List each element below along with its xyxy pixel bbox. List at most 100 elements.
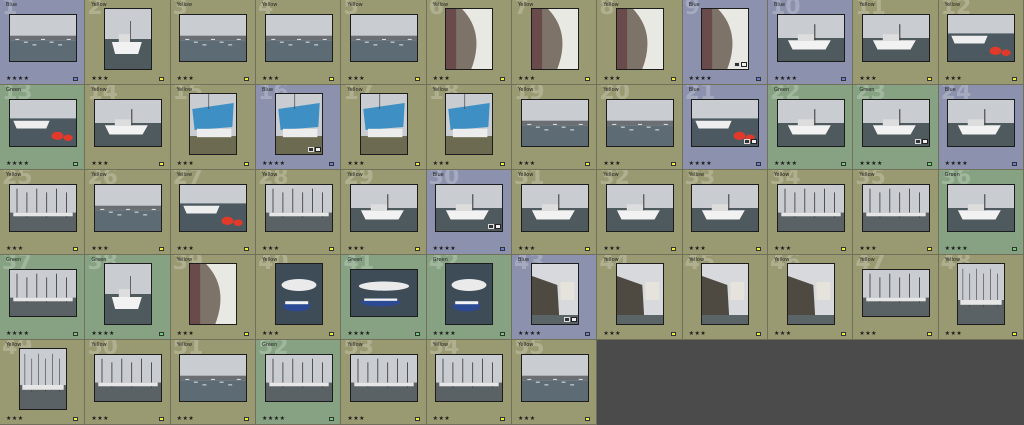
color-label-flag-icon[interactable]	[755, 247, 761, 251]
star-rating[interactable]: ★★★	[859, 331, 877, 337]
photo-thumbnail[interactable]	[776, 184, 845, 232]
grid-cell[interactable]: 4 Yellow ★★★	[256, 0, 342, 85]
grid-cell[interactable]: 27 Yellow ★★★	[170, 170, 256, 255]
photo-thumbnail[interactable]	[445, 263, 494, 325]
grid-cell[interactable]: 29 Yellow ★★★	[341, 170, 427, 255]
grid-cell[interactable]: 44 Yellow ★★★	[597, 255, 683, 340]
color-label-flag-icon[interactable]	[841, 332, 847, 336]
color-label-flag-icon[interactable]	[1011, 247, 1017, 251]
color-label-flag-icon[interactable]	[158, 417, 164, 421]
photo-thumbnail[interactable]	[93, 99, 162, 147]
color-label-flag-icon[interactable]	[499, 77, 505, 81]
grid-cell[interactable]: 38 Green ★★★★	[85, 255, 171, 340]
grid-cell[interactable]: 26 Yellow ★★★	[85, 170, 171, 255]
grid-cell[interactable]: 54 Yellow ★★★	[426, 340, 512, 425]
color-label-flag-icon[interactable]	[670, 247, 676, 251]
color-label-flag-icon[interactable]	[414, 77, 420, 81]
grid-cell[interactable]: 31 Yellow ★★★	[512, 170, 598, 255]
color-label-flag-icon[interactable]	[414, 247, 420, 251]
photo-thumbnail[interactable]	[264, 14, 333, 62]
color-label-flag-icon[interactable]	[755, 332, 761, 336]
grid-cell[interactable]: 35 Yellow ★★★	[853, 170, 939, 255]
photo-thumbnail[interactable]	[349, 354, 418, 402]
photo-thumbnail[interactable]	[957, 263, 1006, 325]
color-label-flag-icon[interactable]	[243, 332, 249, 336]
color-label-flag-icon[interactable]	[329, 77, 335, 81]
color-label-flag-icon[interactable]	[585, 247, 591, 251]
grid-cell[interactable]: 6 Yellow ★★★	[426, 0, 512, 85]
photo-thumbnail[interactable]	[103, 263, 152, 325]
star-rating[interactable]: ★★★★	[689, 76, 713, 82]
photo-thumbnail[interactable]	[701, 8, 750, 70]
photo-thumbnail[interactable]	[274, 93, 323, 155]
color-label-flag-icon[interactable]	[243, 162, 249, 166]
color-label-flag-icon[interactable]	[926, 332, 932, 336]
grid-cell[interactable]: 21 Blue ★★★★	[682, 85, 768, 170]
grid-cell[interactable]: 49 Yellow ★★★	[0, 340, 86, 425]
color-label-flag-icon[interactable]	[329, 162, 335, 166]
star-rating[interactable]: ★★★	[91, 416, 109, 422]
star-rating[interactable]: ★★★	[6, 246, 24, 252]
color-label-flag-icon[interactable]	[755, 77, 761, 81]
star-rating[interactable]: ★★★	[859, 246, 877, 252]
grid-cell[interactable]: 45 Yellow ★★★	[682, 255, 768, 340]
star-rating[interactable]: ★★★	[262, 246, 280, 252]
star-rating[interactable]: ★★★	[603, 331, 621, 337]
grid-cell[interactable]: 48 Yellow ★★★	[938, 255, 1024, 340]
star-rating[interactable]: ★★★★	[6, 331, 30, 337]
star-rating[interactable]: ★★★	[518, 246, 536, 252]
star-rating[interactable]: ★★★	[347, 161, 365, 167]
photo-thumbnail[interactable]	[179, 354, 248, 402]
color-label-flag-icon[interactable]	[1011, 162, 1017, 166]
grid-cell[interactable]: 51 Yellow ★★★	[170, 340, 256, 425]
photo-thumbnail[interactable]	[189, 263, 238, 325]
color-label-flag-icon[interactable]	[670, 162, 676, 166]
star-rating[interactable]: ★★★★	[347, 331, 371, 337]
photo-thumbnail[interactable]	[947, 99, 1016, 147]
grid-cell[interactable]: 43 Blue ★★★★	[512, 255, 598, 340]
photo-thumbnail[interactable]	[947, 14, 1016, 62]
grid-cell[interactable]: 33 Yellow ★★★	[682, 170, 768, 255]
photo-thumbnail[interactable]	[18, 348, 67, 410]
grid-cell[interactable]: 36 Green ★★★★	[938, 170, 1024, 255]
color-label-flag-icon[interactable]	[926, 247, 932, 251]
photo-thumbnail[interactable]	[520, 184, 589, 232]
color-label-flag-icon[interactable]	[158, 162, 164, 166]
color-label-flag-icon[interactable]	[585, 332, 591, 336]
color-label-flag-icon[interactable]	[73, 162, 79, 166]
star-rating[interactable]: ★★★	[177, 76, 195, 82]
photo-thumbnail[interactable]	[615, 8, 664, 70]
photo-thumbnail[interactable]	[103, 8, 152, 70]
star-rating[interactable]: ★★★	[91, 76, 109, 82]
color-label-flag-icon[interactable]	[414, 162, 420, 166]
star-rating[interactable]: ★★★	[347, 416, 365, 422]
color-label-flag-icon[interactable]	[158, 77, 164, 81]
color-label-flag-icon[interactable]	[73, 332, 79, 336]
star-rating[interactable]: ★★★★	[859, 161, 883, 167]
photo-thumbnail[interactable]	[861, 14, 930, 62]
color-label-flag-icon[interactable]	[585, 162, 591, 166]
star-rating[interactable]: ★★★	[518, 76, 536, 82]
color-label-flag-icon[interactable]	[585, 417, 591, 421]
grid-cell[interactable]: 37 Green ★★★★	[0, 255, 86, 340]
color-label-flag-icon[interactable]	[414, 332, 420, 336]
star-rating[interactable]: ★★★★	[945, 246, 969, 252]
star-rating[interactable]: ★★★	[774, 331, 792, 337]
star-rating[interactable]: ★★★	[433, 416, 451, 422]
star-rating[interactable]: ★★★	[347, 76, 365, 82]
grid-cell[interactable]: 55 Yellow ★★★	[512, 340, 598, 425]
photo-thumbnail[interactable]	[8, 184, 77, 232]
grid-cell[interactable]: 7 Yellow ★★★	[512, 0, 598, 85]
photo-thumbnail[interactable]	[861, 269, 930, 317]
color-label-flag-icon[interactable]	[841, 162, 847, 166]
photo-thumbnail[interactable]	[947, 184, 1016, 232]
star-rating[interactable]: ★★★	[177, 246, 195, 252]
photo-thumbnail[interactable]	[776, 99, 845, 147]
grid-cell[interactable]: 19 Yellow ★★★	[512, 85, 598, 170]
grid-cell[interactable]: 8 Yellow ★★★	[597, 0, 683, 85]
photo-thumbnail[interactable]	[349, 269, 418, 317]
color-label-flag-icon[interactable]	[243, 247, 249, 251]
star-rating[interactable]: ★★★★	[91, 331, 115, 337]
grid-cell[interactable]: 20 Yellow ★★★	[597, 85, 683, 170]
grid-cell[interactable]: 42 Green ★★★★	[426, 255, 512, 340]
